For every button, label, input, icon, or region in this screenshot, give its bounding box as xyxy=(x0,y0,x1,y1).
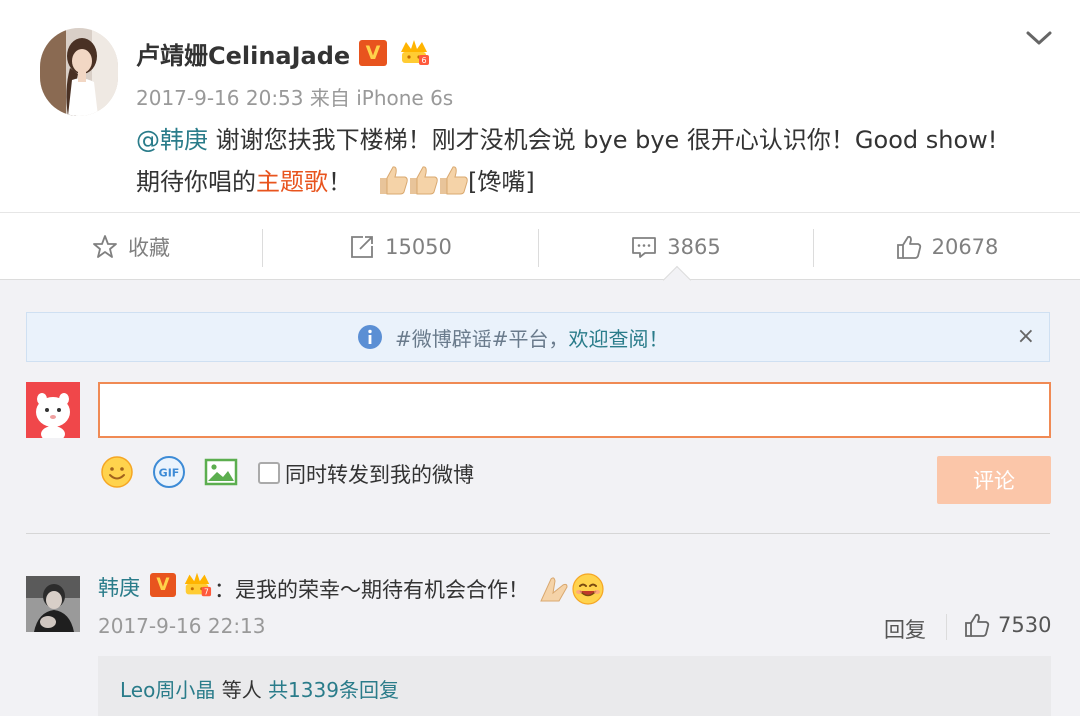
sub-reply-author[interactable]: Leo周小晶 xyxy=(120,678,215,702)
repost-checkbox[interactable] xyxy=(258,462,280,484)
comment-like-count: 7530 xyxy=(998,613,1052,637)
svg-text:6: 6 xyxy=(421,56,426,65)
comment-like-button[interactable]: 7530 xyxy=(964,612,1051,638)
vip-crown-icon: 7 xyxy=(184,572,212,596)
rumor-notice-bar: #微博辟谣#平台， 欢迎查阅！ × xyxy=(26,312,1050,362)
chevron-down-icon[interactable] xyxy=(1024,28,1054,48)
notice-link[interactable]: 欢迎查阅！ xyxy=(569,323,669,352)
section-divider xyxy=(26,533,1050,534)
reply-button[interactable]: 回复 xyxy=(884,614,926,644)
smile-emoji-icon xyxy=(572,573,604,605)
thumbs-up-emoji-icon xyxy=(410,165,438,194)
sub-replies-box[interactable]: Leo周小晶 等人 共1339条回复 xyxy=(98,656,1051,716)
author-avatar[interactable] xyxy=(40,28,118,116)
action-bar: 收藏 15050 3865 20678 xyxy=(0,212,1080,280)
comment-action-divider xyxy=(946,614,947,640)
repost-button[interactable]: 15050 xyxy=(263,213,538,281)
post-source: 来自 iPhone 6s xyxy=(309,86,454,110)
sub-reply-etc: 等人 xyxy=(215,678,269,702)
sub-replies-summary: Leo周小晶 等人 共1339条回复 xyxy=(120,674,399,703)
pray-hands-emoji-icon xyxy=(540,577,568,602)
thumbs-up-emoji-group xyxy=(376,164,468,196)
like-count: 20678 xyxy=(931,235,999,259)
thumbs-up-emoji-icon xyxy=(440,165,468,194)
post-emoji-text: [馋嘴] xyxy=(468,168,535,196)
svg-text:7: 7 xyxy=(204,587,209,596)
comment-icon xyxy=(632,237,657,258)
post-meta: 2017-9-16 20:53 来自 iPhone 6s xyxy=(136,82,453,111)
author-name[interactable]: 卢靖姗CelinaJade xyxy=(136,36,350,71)
topic-link[interactable]: 主题歌 xyxy=(256,162,328,197)
post-text-2b: ！ xyxy=(328,168,352,196)
star-icon xyxy=(93,235,117,258)
user-avatar[interactable] xyxy=(26,382,80,438)
repost-icon xyxy=(351,236,373,258)
like-button[interactable]: 20678 xyxy=(814,213,1080,281)
emoji-picker-icon[interactable] xyxy=(100,455,134,489)
repost-checkbox-label[interactable]: 同时转发到我的微博 xyxy=(285,459,474,489)
image-upload-icon[interactable] xyxy=(204,455,238,489)
post-text-line2: 期待你唱的 主题歌！ [馋嘴] xyxy=(136,162,535,197)
submit-comment-button[interactable]: 评论 xyxy=(937,456,1051,504)
thumbs-up-icon xyxy=(965,613,990,637)
comment-text-row: ：是我的荣幸～期待有机会合作！ xyxy=(214,572,605,606)
thumbs-up-icon xyxy=(896,235,921,259)
comment-time: 2017-9-16 22:13 xyxy=(98,614,266,638)
mention-link[interactable]: @韩庚 xyxy=(136,126,208,154)
sub-reply-count-link[interactable]: 共1339条回复 xyxy=(268,678,399,702)
post-text: 谢谢您扶我下楼梯！刚才没机会说 bye bye 很开心认识你！Good show… xyxy=(208,126,998,154)
notice-text: #微博辟谣#平台， xyxy=(395,326,569,351)
commenter-name[interactable]: 韩庚 xyxy=(98,572,140,602)
gif-icon[interactable]: GIF xyxy=(152,455,186,489)
comment-input[interactable] xyxy=(98,382,1051,438)
favorite-label: 收藏 xyxy=(128,236,170,260)
vip-crown-icon: 6 xyxy=(401,40,429,65)
close-icon[interactable]: × xyxy=(1017,323,1035,351)
verified-v-icon: V xyxy=(150,573,176,597)
post-time[interactable]: 2017-9-16 20:53 xyxy=(136,86,304,110)
comment-count: 3865 xyxy=(667,235,721,259)
notice-content: #微博辟谣#平台， 欢迎查阅！ xyxy=(357,313,669,361)
post-text-2a: 期待你唱的 xyxy=(136,168,256,196)
favorite-button[interactable]: 收藏 xyxy=(0,213,262,281)
repost-count: 15050 xyxy=(385,235,452,259)
weibo-post: 卢靖姗CelinaJade V 6 2017-9-16 20:53 来自 iPh… xyxy=(0,0,1080,212)
svg-text:GIF: GIF xyxy=(159,467,180,480)
info-icon xyxy=(358,325,382,349)
post-text-line1: @韩庚 谢谢您扶我下楼梯！刚才没机会说 bye bye 很开心认识你！Good … xyxy=(136,120,997,155)
thumbs-up-emoji-icon xyxy=(380,165,408,194)
verified-v-icon: V xyxy=(359,40,387,66)
commenter-avatar[interactable] xyxy=(26,576,80,632)
comment-text: ：是我的荣幸～期待有机会合作！ xyxy=(214,578,529,602)
